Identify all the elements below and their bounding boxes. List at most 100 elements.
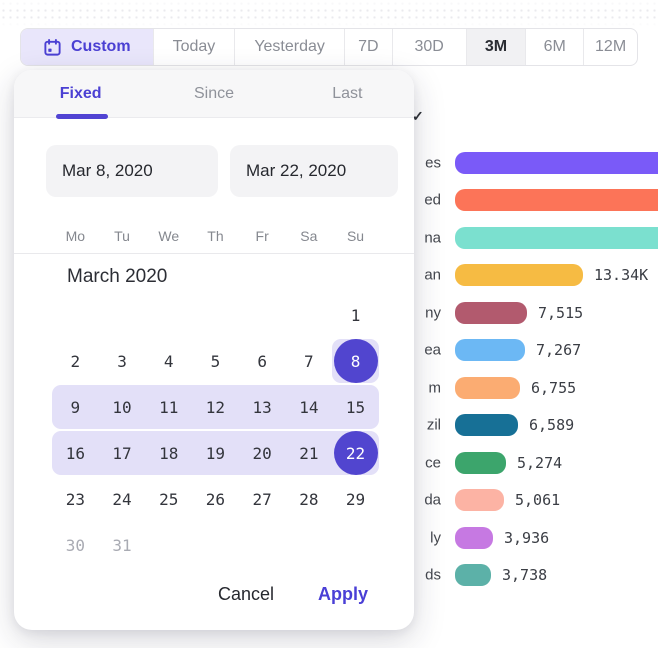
- calendar-icon: [43, 38, 62, 57]
- day-11[interactable]: 11: [145, 384, 192, 430]
- day-26[interactable]: 26: [192, 476, 239, 522]
- weekday-tu: Tu: [99, 220, 146, 252]
- range-7d-button[interactable]: 7D: [345, 29, 393, 65]
- day-20[interactable]: 20: [239, 430, 286, 476]
- apply-button[interactable]: Apply: [318, 584, 368, 605]
- day-25[interactable]: 25: [145, 476, 192, 522]
- range-3m-button[interactable]: 3M: [467, 29, 527, 65]
- day-23[interactable]: 23: [52, 476, 99, 522]
- date-picker-popup: Fixed Since Last Mar 8, 2020 Mar 22, 202…: [14, 70, 414, 630]
- range-12m-button[interactable]: 12M: [584, 29, 637, 65]
- day-28[interactable]: 28: [286, 476, 333, 522]
- day-4[interactable]: 4: [145, 338, 192, 384]
- bar[interactable]: [455, 152, 658, 174]
- tab-since[interactable]: Since: [147, 70, 280, 117]
- range-button-label: Yesterday: [254, 38, 325, 56]
- day-31[interactable]: 31: [99, 522, 146, 568]
- day-27[interactable]: 27: [239, 476, 286, 522]
- bar-value: 7,267: [536, 341, 581, 359]
- end-date-input[interactable]: Mar 22, 2020: [230, 145, 398, 197]
- bar[interactable]: [455, 452, 506, 474]
- date-range-toolbar: Custom Today Yesterday 7D 30D 3M 6M 12M: [20, 28, 638, 66]
- weekday-su: Su: [332, 220, 379, 252]
- day-13[interactable]: 13: [239, 384, 286, 430]
- day-9[interactable]: 9: [52, 384, 99, 430]
- weekday-row: MoTuWeThFrSaSu: [14, 220, 414, 252]
- day-16[interactable]: 16: [52, 430, 99, 476]
- selected-day-circle: 8: [334, 339, 378, 383]
- bar[interactable]: [455, 564, 491, 586]
- weekday-th: Th: [192, 220, 239, 252]
- day-7[interactable]: 7: [286, 338, 333, 384]
- bar-label: ea: [424, 342, 441, 359]
- range-button-label: 7D: [358, 38, 378, 56]
- range-custom-button[interactable]: Custom: [21, 29, 154, 65]
- range-yesterday-button[interactable]: Yesterday: [235, 29, 345, 65]
- bar-value: 13.34K: [594, 266, 648, 284]
- day-3[interactable]: 3: [99, 338, 146, 384]
- day-18[interactable]: 18: [145, 430, 192, 476]
- day-29[interactable]: 29: [332, 476, 379, 522]
- divider: [14, 253, 414, 254]
- bar[interactable]: [455, 489, 504, 511]
- tab-fixed[interactable]: Fixed: [14, 70, 147, 117]
- decorative-dot-pattern: [0, 0, 658, 26]
- weekday-fr: Fr: [239, 220, 286, 252]
- day-21[interactable]: 21: [286, 430, 333, 476]
- range-30d-button[interactable]: 30D: [393, 29, 467, 65]
- bar-value: 3,738: [502, 566, 547, 584]
- day-22[interactable]: 22: [332, 430, 379, 476]
- day-17[interactable]: 17: [99, 430, 146, 476]
- day-1[interactable]: 1: [332, 292, 379, 338]
- day-10[interactable]: 10: [99, 384, 146, 430]
- range-button-label: 30D: [414, 38, 443, 56]
- selected-day-circle: 22: [334, 431, 378, 475]
- bar[interactable]: [455, 339, 525, 361]
- range-button-label: 3M: [485, 38, 507, 56]
- range-button-label: Today: [173, 38, 216, 56]
- bar-label: m: [429, 379, 442, 396]
- bar-value: 3,936: [504, 529, 549, 547]
- bar[interactable]: [455, 414, 518, 436]
- day-12[interactable]: 12: [192, 384, 239, 430]
- bar-value: 5,274: [517, 454, 562, 472]
- bar[interactable]: [455, 189, 658, 211]
- bar[interactable]: [455, 264, 583, 286]
- day-19[interactable]: 19: [192, 430, 239, 476]
- weekday-sa: Sa: [286, 220, 333, 252]
- range-today-button[interactable]: Today: [154, 29, 236, 65]
- bar-label: ny: [425, 304, 441, 321]
- day-2[interactable]: 2: [52, 338, 99, 384]
- bar-label: es: [425, 154, 441, 171]
- range-button-label: 12M: [595, 38, 626, 56]
- bar-value: 5,061: [515, 491, 560, 509]
- day-14[interactable]: 14: [286, 384, 333, 430]
- day-6[interactable]: 6: [239, 338, 286, 384]
- bar[interactable]: [455, 302, 527, 324]
- day-24[interactable]: 24: [99, 476, 146, 522]
- bar[interactable]: [455, 527, 493, 549]
- bar-value: 6,589: [529, 416, 574, 434]
- bar-value: 6,755: [531, 379, 576, 397]
- bar[interactable]: [455, 227, 658, 249]
- bar-label: da: [424, 492, 441, 509]
- bar-label: an: [424, 267, 441, 284]
- weekday-mo: Mo: [52, 220, 99, 252]
- month-title: March 2020: [67, 266, 167, 288]
- day-30[interactable]: 30: [52, 522, 99, 568]
- start-date-input[interactable]: Mar 8, 2020: [46, 145, 218, 197]
- bar-label: ce: [425, 454, 441, 471]
- bar-label: ds: [425, 567, 441, 584]
- tab-last[interactable]: Last: [281, 70, 414, 117]
- day-8[interactable]: 8: [332, 338, 379, 384]
- bar-label: ed: [424, 192, 441, 209]
- day-15[interactable]: 15: [332, 384, 379, 430]
- popup-actions: Cancel Apply: [218, 584, 368, 605]
- range-button-label: Custom: [71, 38, 131, 56]
- cancel-button[interactable]: Cancel: [218, 584, 274, 605]
- day-5[interactable]: 5: [192, 338, 239, 384]
- bar[interactable]: [455, 377, 520, 399]
- calendar-grid: 1234567891011121314151617181920212223242…: [14, 292, 414, 568]
- date-picker-tabbar: Fixed Since Last: [14, 70, 414, 118]
- range-6m-button[interactable]: 6M: [526, 29, 584, 65]
